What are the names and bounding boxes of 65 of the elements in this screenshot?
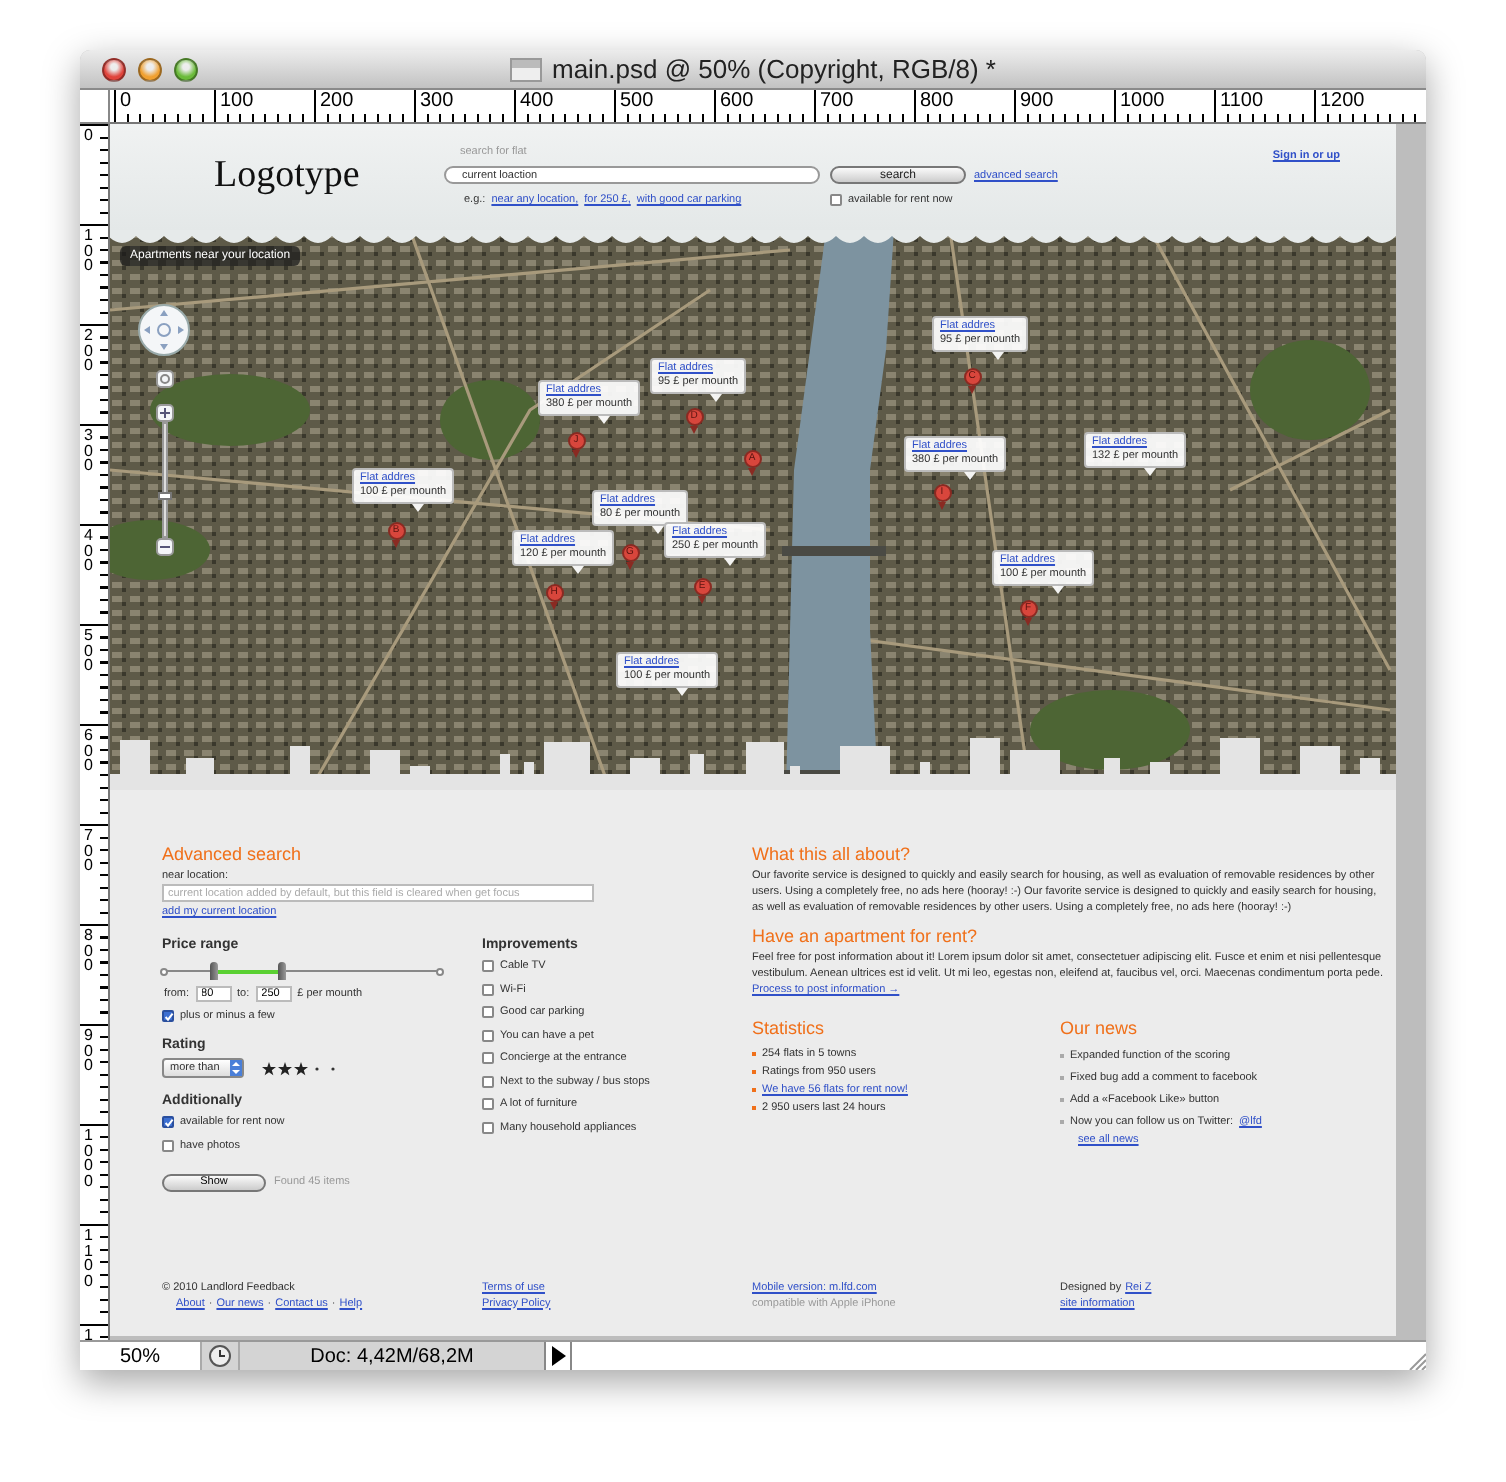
ruler-label: 700 (84, 828, 93, 873)
ruler-label: 500 (614, 90, 714, 114)
square-control-icon[interactable] (156, 370, 174, 388)
checkbox[interactable] (482, 1029, 494, 1041)
ruler-label: 300 (414, 90, 514, 114)
minimize-icon[interactable] (138, 57, 162, 81)
close-icon[interactable] (102, 57, 126, 81)
slider-handle[interactable] (278, 962, 287, 980)
section-title: Advanced search (162, 844, 304, 864)
ruler-label: 1 (84, 1328, 93, 1340)
play-arrow-icon[interactable] (551, 1346, 565, 1366)
section-title: Our news (1060, 1018, 1140, 1040)
ruler-label: 100 (214, 90, 314, 114)
checkbox[interactable] (482, 983, 494, 995)
zoom-slider-thumb[interactable] (158, 492, 172, 501)
section-title: Have an apartment for rent? (752, 926, 980, 948)
logo: Logotype (214, 154, 362, 198)
ruler-label: 1000 (84, 1128, 93, 1188)
zoom-slider-track[interactable] (162, 422, 168, 538)
checkbox[interactable] (482, 960, 494, 972)
ruler-label: 1200 (1314, 90, 1414, 114)
checkbox[interactable] (482, 1052, 494, 1064)
checkbox[interactable] (162, 1116, 174, 1128)
ruler-label: 900 (1014, 90, 1114, 114)
document-size: Doc: 4,42M/68,2M (310, 1345, 474, 1367)
checkbox[interactable] (830, 194, 842, 207)
ruler-label: 100 (84, 228, 93, 273)
ruler-label: 400 (514, 90, 614, 114)
stepper-arrows-icon (229, 1060, 242, 1076)
checkbox[interactable] (162, 1139, 174, 1151)
ruler-label: 400 (84, 528, 93, 573)
ruler-label: 1000 (1114, 90, 1214, 114)
document-icon (509, 57, 542, 81)
ruler-label: 900 (84, 1028, 93, 1073)
ruler-label: 1100 (1214, 90, 1314, 114)
ruler-label: 0 (114, 90, 214, 114)
zoom-out-icon[interactable] (156, 538, 174, 556)
dot-icon (313, 1065, 320, 1071)
ruler-label: 800 (914, 90, 1014, 114)
zoom-in-icon[interactable] (156, 404, 174, 422)
section-title: Statistics (752, 1018, 827, 1040)
ruler-label: 500 (84, 628, 93, 673)
ruler-label: 300 (84, 428, 93, 473)
zoom-icon[interactable] (174, 57, 198, 81)
checkbox[interactable] (482, 1075, 494, 1087)
ruler-label: 0 (84, 128, 93, 143)
checkbox[interactable] (162, 1010, 174, 1022)
zoom-level[interactable]: 50% (119, 1345, 160, 1367)
checkbox[interactable] (482, 1121, 494, 1133)
slider-handle[interactable] (209, 962, 218, 980)
resize-grip-icon[interactable] (1406, 1350, 1426, 1370)
checkbox[interactable] (482, 1006, 494, 1018)
ruler-label: 200 (84, 328, 93, 373)
clock-icon[interactable] (208, 1344, 232, 1368)
ruler-label: 600 (84, 728, 93, 773)
ruler-label: 800 (84, 928, 93, 973)
window-title: main.psd @ 50% (Copyright, RGB/8) * (551, 54, 996, 84)
ruler-label: 200 (314, 90, 414, 114)
checkbox[interactable] (482, 1098, 494, 1110)
ruler-label: 700 (814, 90, 914, 114)
section-title: What this all about? (752, 844, 913, 866)
pan-control-icon[interactable] (138, 304, 190, 356)
dot-icon (329, 1065, 336, 1071)
ruler-label: 600 (714, 90, 814, 114)
ruler-label: 1100 (84, 1228, 93, 1288)
